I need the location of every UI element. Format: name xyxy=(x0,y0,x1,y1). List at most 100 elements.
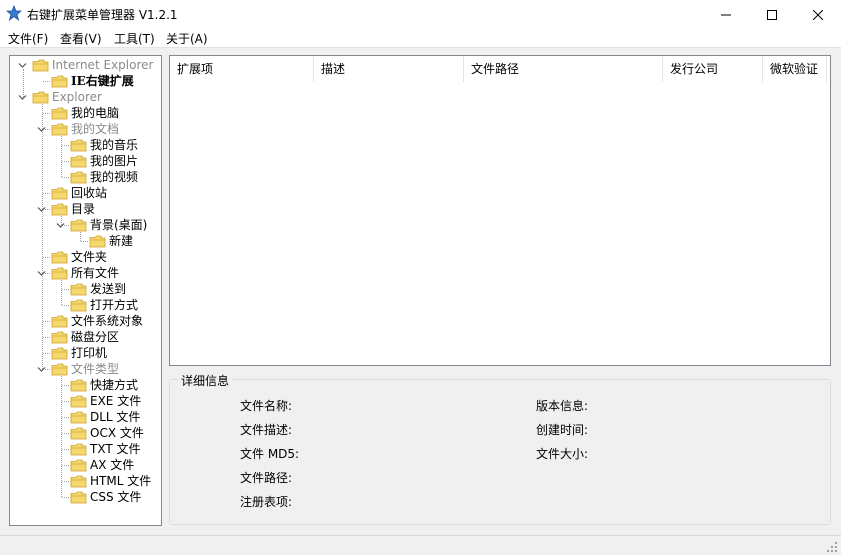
tree-item-label: IE右键扩展 xyxy=(71,74,134,88)
tree-item[interactable]: EXE 文件 xyxy=(70,393,141,409)
tree-item[interactable]: 所有文件 xyxy=(51,265,119,281)
folder-icon xyxy=(51,251,68,263)
tree-item-label: 打印机 xyxy=(71,346,108,360)
tree-guide-line xyxy=(43,337,50,338)
folder-icon xyxy=(32,91,49,103)
tree-item-label: 我的文档 xyxy=(71,122,120,136)
folder-icon xyxy=(51,363,68,375)
tree-item[interactable]: IE右键扩展 xyxy=(51,73,134,89)
folder-icon xyxy=(70,395,87,407)
maximize-button[interactable] xyxy=(749,0,795,29)
tree-item[interactable]: 磁盘分区 xyxy=(51,329,119,345)
tree-item[interactable]: 文件系统对象 xyxy=(51,313,143,329)
tree-item[interactable]: 打开方式 xyxy=(70,297,138,313)
title-bar[interactable]: 右键扩展菜单管理器 V1.2.1 xyxy=(0,0,841,29)
tree-item-label: Explorer xyxy=(52,90,102,104)
tree-item[interactable]: 文件类型 xyxy=(51,361,119,377)
column-header-publisher[interactable]: 发行公司 xyxy=(663,56,763,82)
folder-icon xyxy=(70,299,87,311)
tree-item[interactable]: DLL 文件 xyxy=(70,409,140,425)
folder-icon xyxy=(51,331,68,343)
tree-item[interactable]: 回收站 xyxy=(51,185,107,201)
minimize-button[interactable] xyxy=(703,0,749,29)
tree-item-label: 我的图片 xyxy=(90,154,139,168)
menu-about[interactable]: 关于(A) xyxy=(166,30,208,47)
tree-item-label: 打开方式 xyxy=(90,298,139,312)
category-tree[interactable]: Internet Explorer IE右键扩展 Explorer 我的电脑 我的文档我… xyxy=(9,55,162,526)
tree-guide-line xyxy=(62,177,69,178)
menu-file[interactable]: 文件(F) xyxy=(8,30,48,47)
tree-item[interactable]: Explorer xyxy=(32,89,102,105)
column-header-ms-verified[interactable]: 微软验证 xyxy=(763,56,827,82)
folder-icon xyxy=(70,427,87,439)
details-title: 详细信息 xyxy=(178,372,233,389)
extension-list[interactable]: 扩展项 描述 文件路径 发行公司 微软验证 xyxy=(169,55,831,366)
detail-file-path-label: 文件路径: xyxy=(240,471,293,485)
folder-icon xyxy=(51,315,68,327)
chevron-down-icon[interactable] xyxy=(37,365,46,374)
tree-guide-line xyxy=(43,353,50,354)
close-button[interactable] xyxy=(795,0,841,29)
chevron-down-icon[interactable] xyxy=(37,205,46,214)
chevron-down-icon[interactable] xyxy=(56,221,65,230)
tree-item[interactable]: 快捷方式 xyxy=(70,377,138,393)
tree-item-label: 文件类型 xyxy=(71,362,120,376)
tree-guide-line xyxy=(62,401,69,402)
tree-guide-line xyxy=(61,373,62,497)
tree-item[interactable]: 我的音乐 xyxy=(70,137,138,153)
column-header-extension[interactable]: 扩展项 xyxy=(170,56,314,82)
tree-item[interactable]: CSS 文件 xyxy=(70,489,141,505)
window-title: 右键扩展菜单管理器 V1.2.1 xyxy=(27,8,178,22)
chevron-down-icon[interactable] xyxy=(18,93,27,102)
tree-item[interactable]: 我的文档 xyxy=(51,121,119,137)
chevron-down-icon[interactable] xyxy=(37,125,46,134)
tree-guide-line xyxy=(43,81,50,82)
folder-icon xyxy=(70,155,87,167)
menu-view[interactable]: 查看(V) xyxy=(60,30,102,47)
menu-divider xyxy=(0,47,841,48)
tree-item-label: 回收站 xyxy=(71,186,108,200)
resize-grip-icon[interactable] xyxy=(827,542,838,553)
tree-guide-line xyxy=(62,161,69,162)
detail-file-md5-label: 文件 MD5: xyxy=(240,447,300,461)
tree-item-label: TXT 文件 xyxy=(90,442,141,456)
tree-item-label: 所有文件 xyxy=(71,266,120,280)
close-icon xyxy=(813,9,823,20)
column-header-path[interactable]: 文件路径 xyxy=(464,56,663,82)
tree-item[interactable]: 我的图片 xyxy=(70,153,138,169)
detail-file-name-label: 文件名称: xyxy=(240,399,293,413)
tree-item[interactable]: 目录 xyxy=(51,201,95,217)
tree-item[interactable]: Internet Explorer xyxy=(32,57,153,73)
tree-item[interactable]: AX 文件 xyxy=(70,457,134,473)
tree-guide-line xyxy=(43,321,50,322)
folder-icon xyxy=(70,139,87,151)
tree-item[interactable]: 文件夹 xyxy=(51,249,107,265)
tree-item[interactable]: OCX 文件 xyxy=(70,425,144,441)
tree-guide-line xyxy=(62,497,69,498)
tree-item[interactable]: 打印机 xyxy=(51,345,107,361)
tree-guide-line xyxy=(62,417,69,418)
tree-item[interactable]: HTML 文件 xyxy=(70,473,151,489)
tree-guide-line xyxy=(42,101,43,369)
tree-item[interactable]: 新建 xyxy=(89,233,133,249)
tree-item-label: 磁盘分区 xyxy=(71,330,120,344)
folder-icon xyxy=(51,123,68,135)
tree-item-label: 文件系统对象 xyxy=(71,314,144,328)
tree-guide-line xyxy=(61,133,62,177)
tree-item-label: DLL 文件 xyxy=(90,410,141,424)
tree-item[interactable]: 发送到 xyxy=(70,281,126,297)
tree-item[interactable]: 我的视频 xyxy=(70,169,138,185)
tree-item-label: CSS 文件 xyxy=(90,490,142,504)
menu-tools[interactable]: 工具(T) xyxy=(114,30,155,47)
tree-guide-line xyxy=(62,449,69,450)
chevron-down-icon[interactable] xyxy=(37,269,46,278)
chevron-down-icon[interactable] xyxy=(18,61,27,70)
tree-item[interactable]: 我的电脑 xyxy=(51,105,119,121)
folder-icon xyxy=(32,59,49,71)
detail-file-desc-label: 文件描述: xyxy=(240,423,293,437)
tree-item[interactable]: 背景(桌面) xyxy=(70,217,147,233)
tree-item-label: 我的电脑 xyxy=(71,106,120,120)
tree-item[interactable]: TXT 文件 xyxy=(70,441,141,457)
folder-icon xyxy=(70,379,87,391)
column-header-description[interactable]: 描述 xyxy=(314,56,464,82)
